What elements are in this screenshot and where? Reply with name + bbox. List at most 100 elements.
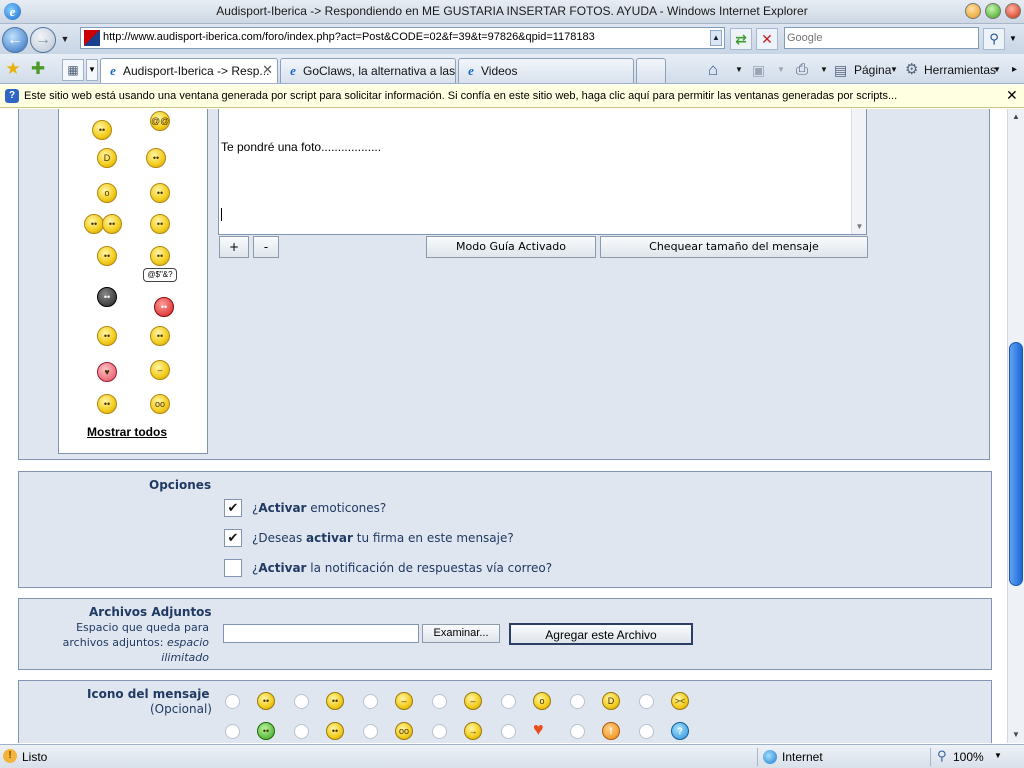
icon-radio[interactable] xyxy=(432,724,447,739)
editor-text[interactable]: Te pondré una foto.................. xyxy=(221,140,381,154)
infobar-message[interactable]: Este sitio web está usando una ventana g… xyxy=(24,90,897,102)
close-tab-icon[interactable]: ✕ xyxy=(262,62,273,78)
icon-radio[interactable] xyxy=(363,694,378,709)
address-bar[interactable]: http://www.audisport-iberica.com/foro/in… xyxy=(80,27,725,49)
emoticon-flower-icon[interactable]: •• xyxy=(146,148,166,168)
emoticon-glasses-icon[interactable]: oo xyxy=(150,394,170,414)
chevron-right-icon[interactable]: ▸ xyxy=(1012,60,1017,80)
check-size-button[interactable]: Chequear tamaño del mensaje xyxy=(600,236,868,258)
new-tab-button[interactable] xyxy=(636,58,666,83)
close-window-button[interactable] xyxy=(1005,3,1021,19)
scrollbar-thumb[interactable] xyxy=(1009,342,1023,586)
home-dropdown-icon[interactable]: ▼ xyxy=(735,60,743,80)
enlarge-editor-button[interactable]: + xyxy=(219,236,249,258)
internet-zone-icon xyxy=(763,750,777,764)
emoticon-ninja-icon[interactable]: •• xyxy=(97,287,117,307)
emoticon-neutral-icon[interactable]: – xyxy=(150,360,170,380)
emoticon-pair2-icon[interactable]: •• xyxy=(102,214,122,234)
favorites-star-icon[interactable]: ★ xyxy=(3,59,23,79)
page-scrollbar[interactable]: ▲ ▼ xyxy=(1007,109,1024,743)
page-icon[interactable]: ▤ xyxy=(834,60,847,80)
forward-button[interactable]: → xyxy=(30,27,56,53)
tools-menu[interactable]: Herramientas xyxy=(924,60,996,80)
angry-icon: >< xyxy=(671,692,689,710)
guide-mode-button[interactable]: Modo Guía Activado xyxy=(426,236,596,258)
emoticon-love-icon[interactable]: ♥ xyxy=(97,362,117,382)
page-content: •• @@ D •• o •• •• •• •• •• •• •• @$"&? … xyxy=(0,109,1007,743)
minimize-button[interactable] xyxy=(965,3,981,19)
icon-radio[interactable] xyxy=(570,694,585,709)
security-zone[interactable]: Internet xyxy=(782,750,823,764)
tab-list-dropdown-icon[interactable]: ▼ xyxy=(86,59,98,81)
emoticon-laugh-icon[interactable]: D xyxy=(97,148,117,168)
tab-goclaws[interactable]: e GoClaws, la alternativa a las ... xyxy=(280,58,456,83)
icon-radio[interactable] xyxy=(363,724,378,739)
emoticon-dizzy-icon[interactable]: @@ xyxy=(150,111,170,131)
search-icon[interactable]: ⚲ xyxy=(983,28,1005,50)
icon-radio[interactable] xyxy=(294,694,309,709)
zoom-icon[interactable]: ⚲ xyxy=(937,748,947,764)
show-all-emoticons-link[interactable]: Mostrar todos xyxy=(87,425,167,439)
emoticon-pair-icon[interactable]: •• xyxy=(84,214,104,234)
browse-button[interactable]: Examinar... xyxy=(422,624,500,643)
scroll-down-icon[interactable]: ▼ xyxy=(1009,728,1023,742)
emoticon-wave-icon[interactable]: •• xyxy=(150,246,170,266)
tab-videos[interactable]: e Videos xyxy=(458,58,634,83)
add-favorite-icon[interactable]: ✚ xyxy=(28,59,48,79)
url-text[interactable]: http://www.audisport-iberica.com/foro/in… xyxy=(103,31,595,43)
emoticon-shy-icon[interactable]: •• xyxy=(92,120,112,140)
address-dropdown-icon[interactable]: ▲ xyxy=(710,30,722,46)
add-file-button[interactable]: Agregar este Archivo xyxy=(509,623,693,645)
emoticon-worried-icon[interactable]: •• xyxy=(97,326,117,346)
emoticon-surprised-icon[interactable]: o xyxy=(97,183,117,203)
gear-icon[interactable]: ⚙ xyxy=(905,60,918,80)
emoticon-bigsmile-icon[interactable]: •• xyxy=(97,246,117,266)
tab-audisport[interactable]: e Audisport-Iberica -> Resp... ✕ xyxy=(100,58,278,83)
history-dropdown-icon[interactable]: ▼ xyxy=(60,32,70,46)
page-menu[interactable]: Página xyxy=(854,60,891,80)
icon-radio[interactable] xyxy=(501,694,516,709)
emoticon-angel-icon[interactable]: •• xyxy=(150,183,170,203)
zoom-dropdown-icon[interactable]: ▼ xyxy=(994,751,1002,760)
icon-radio[interactable] xyxy=(639,694,654,709)
stop-button[interactable]: ✕ xyxy=(756,28,778,50)
icon-radio[interactable] xyxy=(225,724,240,739)
print-dropdown-icon[interactable]: ▼ xyxy=(820,60,828,80)
message-editor[interactable]: Te pondré una foto.................. ▼ xyxy=(218,109,867,235)
information-bar[interactable]: ? Este sitio web está usando una ventana… xyxy=(0,85,1024,108)
emoticon-shocked-icon[interactable]: •• xyxy=(150,326,170,346)
maximize-button[interactable] xyxy=(985,3,1001,19)
refresh-button[interactable]: ⇄ xyxy=(730,28,752,50)
email-notification-checkbox[interactable] xyxy=(224,559,242,577)
emoticon-grin-icon[interactable]: •• xyxy=(150,214,170,234)
enable-emoticons-checkbox[interactable]: ✔ xyxy=(224,499,242,517)
scroll-up-icon[interactable]: ▲ xyxy=(1009,110,1023,124)
enable-signature-checkbox[interactable]: ✔ xyxy=(224,529,242,547)
icon-radio[interactable] xyxy=(432,694,447,709)
icon-radio[interactable] xyxy=(570,724,585,739)
emoticon-wink-icon[interactable]: •• xyxy=(97,394,117,414)
icon-radio[interactable] xyxy=(294,724,309,739)
emoticon-angry-icon[interactable]: •• xyxy=(154,297,174,317)
icon-radio[interactable] xyxy=(639,724,654,739)
zoom-level[interactable]: 100% xyxy=(953,750,984,764)
search-options-dropdown-icon[interactable]: ▼ xyxy=(1007,28,1019,50)
page-dropdown-icon[interactable]: ▼ xyxy=(890,60,898,80)
home-icon[interactable]: ⌂ xyxy=(708,60,718,80)
status-separator xyxy=(757,748,758,766)
back-button[interactable]: ← xyxy=(2,27,28,53)
close-infobar-icon[interactable]: ✕ xyxy=(1006,87,1018,104)
icon-radio[interactable] xyxy=(501,724,516,739)
icon-radio[interactable] xyxy=(225,694,240,709)
feeds-dropdown-icon[interactable]: ▼ xyxy=(777,60,785,80)
feeds-icon[interactable]: ▣ xyxy=(752,60,765,80)
file-path-input[interactable] xyxy=(223,624,419,643)
scroll-down-icon[interactable]: ▼ xyxy=(852,220,867,234)
print-icon[interactable]: ⎙ xyxy=(796,60,808,80)
editor-scrollbar[interactable]: ▼ xyxy=(851,109,866,234)
search-box[interactable] xyxy=(784,27,979,49)
quick-tabs-icon[interactable]: ▦ xyxy=(62,59,84,81)
shrink-editor-button[interactable]: - xyxy=(253,236,279,258)
tools-dropdown-icon[interactable]: ▼ xyxy=(993,60,1001,80)
search-input[interactable] xyxy=(787,29,977,47)
